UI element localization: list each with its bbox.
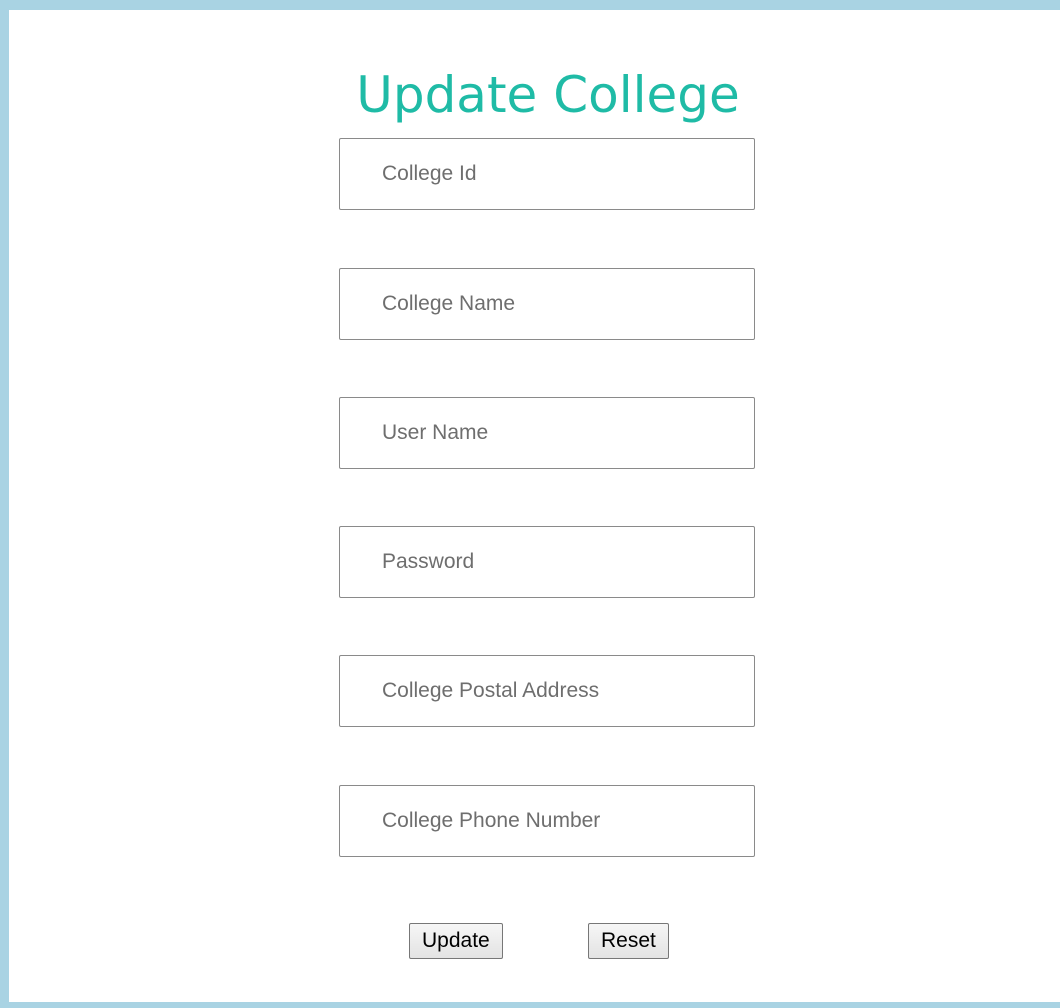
college-postal-address-field[interactable] <box>339 655 755 727</box>
update-button[interactable]: Update <box>409 923 503 959</box>
college-phone-number-field[interactable] <box>339 785 755 857</box>
reset-button[interactable]: Reset <box>588 923 669 959</box>
page-title: Update College <box>356 66 740 124</box>
college-id-field[interactable] <box>339 138 755 210</box>
user-name-field[interactable] <box>339 397 755 469</box>
password-field[interactable] <box>339 526 755 598</box>
college-name-field[interactable] <box>339 268 755 340</box>
page-frame: Update College Update Reset <box>0 0 1060 1008</box>
